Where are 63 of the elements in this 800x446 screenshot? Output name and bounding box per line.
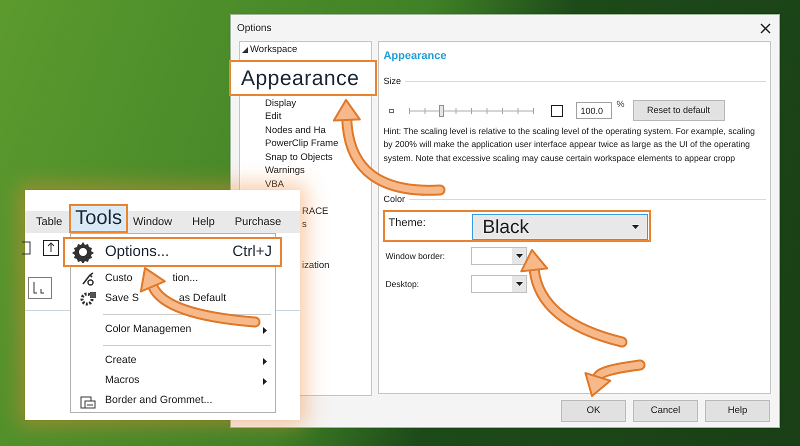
menu-bar-item[interactable]: Table: [33, 214, 66, 230]
scale-checkbox[interactable]: [551, 104, 564, 116]
menu-bar-item[interactable]: Help: [189, 214, 218, 230]
unit-label: %: [616, 98, 624, 111]
menu-item-label: Macros: [105, 373, 140, 388]
menu-bar-item[interactable]: Tools: [69, 204, 128, 232]
menu-item-label: Save S: [105, 291, 139, 306]
section-label: Size: [383, 74, 401, 88]
menu-item-label: tion...: [172, 271, 198, 286]
caret-icon: [516, 282, 523, 286]
color-dropdown[interactable]: [471, 247, 528, 266]
caret-icon: [632, 225, 640, 230]
chart-tool-icon: [28, 277, 52, 299]
field-label: Desktop:: [384, 278, 420, 291]
color-dropdown[interactable]: [471, 275, 528, 294]
upload-icon: [43, 240, 59, 256]
menu-item-highlighted[interactable]: Options... Ctrl+J: [63, 237, 282, 267]
menu-item-label: Create: [105, 353, 137, 368]
tree-item[interactable]: Workspace: [250, 43, 298, 56]
close-button[interactable]: [759, 22, 771, 34]
bracket-icon: [21, 241, 31, 255]
close-icon: [760, 22, 770, 34]
menu-item-label: as Default: [178, 291, 226, 306]
menu-item[interactable]: Custo tion...: [71, 269, 275, 289]
callout-arrow: [584, 360, 646, 397]
menu-item-label: Options...: [105, 242, 170, 262]
menu-item-label: Custo: [105, 271, 132, 286]
caret-icon: [516, 254, 523, 258]
section-label: Color: [383, 192, 405, 206]
small-scale-icon: [389, 108, 394, 112]
wrench-icon: [81, 272, 95, 286]
menu-bar-item[interactable]: Purchase: [232, 214, 284, 230]
scale-input[interactable]: 100.0: [576, 102, 612, 119]
dialog-button[interactable]: Help: [705, 400, 770, 422]
tree-item[interactable]: Warnings: [265, 164, 305, 178]
border-icon: [80, 394, 96, 408]
gear-icon: [72, 241, 94, 263]
menu-item[interactable]: Create: [71, 351, 275, 371]
tree-item-selected[interactable]: Appearance: [229, 60, 377, 96]
shortcut-label: Ctrl+J: [232, 242, 272, 262]
menu-item-label: Color Managemen: [105, 322, 192, 338]
menu-bar-item[interactable]: Window: [130, 214, 176, 230]
menu-item[interactable]: Macros: [71, 371, 275, 391]
window-title: Options: [237, 22, 272, 36]
tree-item[interactable]: PowerClip Frame: [265, 137, 338, 150]
dropdown-value: Black: [482, 218, 529, 237]
gear-icon: [80, 292, 96, 306]
slider-thumb[interactable]: [438, 104, 444, 116]
menu-item[interactable]: Save S as Default: [71, 289, 275, 309]
hint-text: Hint: The scaling level is relative to the scaling level of the operating system. For example, scaling by 200% will make the application user interface appear twice as large as the UI of the operating system. Note that excessive scaling may cause certain workspace elements to appear cropp: [383, 125, 756, 165]
dialog-button[interactable]: OK: [561, 400, 626, 422]
reset-button[interactable]: Reset to default: [632, 100, 724, 121]
dialog-button[interactable]: Cancel: [633, 400, 698, 422]
tree-item[interactable]: Display: [265, 96, 296, 110]
slider-track[interactable]: [409, 106, 534, 116]
menu-item-label: Border and Grommet...: [105, 393, 212, 408]
field-label: Theme:: [388, 216, 427, 232]
page-heading: Appearance: [383, 49, 448, 64]
field-label: Window border:: [384, 250, 446, 263]
tree-item[interactable]: Snap to Objects: [265, 150, 333, 164]
theme-dropdown[interactable]: Black: [472, 214, 648, 240]
menu-item[interactable]: Color Managemen: [71, 320, 275, 340]
menu-item[interactable]: Border and Grommet...: [71, 391, 275, 411]
